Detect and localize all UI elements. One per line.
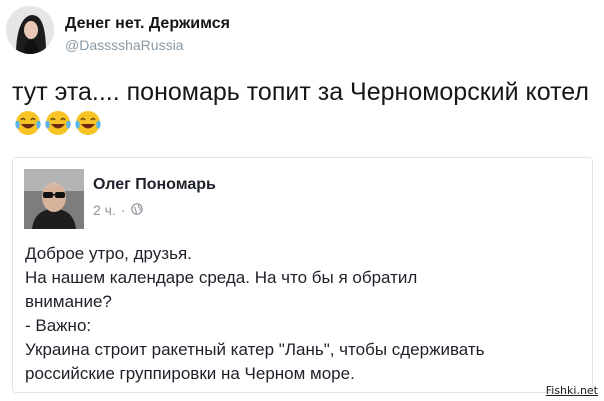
post-line: На нашем календаре среда. На что бы я об… <box>25 268 418 287</box>
author-names: Денег нет. Держимся @DasssshaRussia <box>65 14 230 54</box>
author-display-name[interactable]: Денег нет. Держимся <box>65 14 230 34</box>
quoted-post-time[interactable]: 2 ч. <box>93 202 116 218</box>
post-line: Украина строит ракетный катер "Лань", чт… <box>25 340 485 359</box>
meta-separator: · <box>120 202 126 218</box>
tweet-header: Денег нет. Держимся @DasssshaRussia <box>6 6 230 54</box>
author-handle[interactable]: @DasssshaRussia <box>65 36 230 54</box>
author-avatar[interactable] <box>6 6 54 54</box>
quoted-post-meta: 2 ч. · <box>93 202 143 218</box>
globe-icon <box>130 202 143 218</box>
quoted-post-body: Доброе утро, друзья. На нашем календаре … <box>25 242 587 386</box>
site-watermark: Fishki.net <box>545 384 598 397</box>
tears-of-joy-emoji-1 <box>14 109 42 146</box>
quoted-post-card[interactable]: Олег Пономарь 2 ч. · Доброе утро, друзья… <box>12 157 593 393</box>
post-line: Доброе утро, друзья. <box>25 244 192 263</box>
post-line: - Важно: <box>25 316 92 335</box>
post-line: российские группировки на Черном море. <box>25 364 355 383</box>
tweet-text: тут эта.... пономарь топит за Черноморск… <box>12 76 597 146</box>
quoted-author-name[interactable]: Олег Пономарь <box>93 176 216 194</box>
tears-of-joy-emoji-3 <box>74 109 102 146</box>
tweet-text-content: тут эта.... пономарь топит за Черноморск… <box>12 78 589 106</box>
quoted-author-avatar[interactable] <box>24 169 84 229</box>
post-line: внимание? <box>25 292 112 311</box>
tears-of-joy-emoji-2 <box>44 109 72 146</box>
